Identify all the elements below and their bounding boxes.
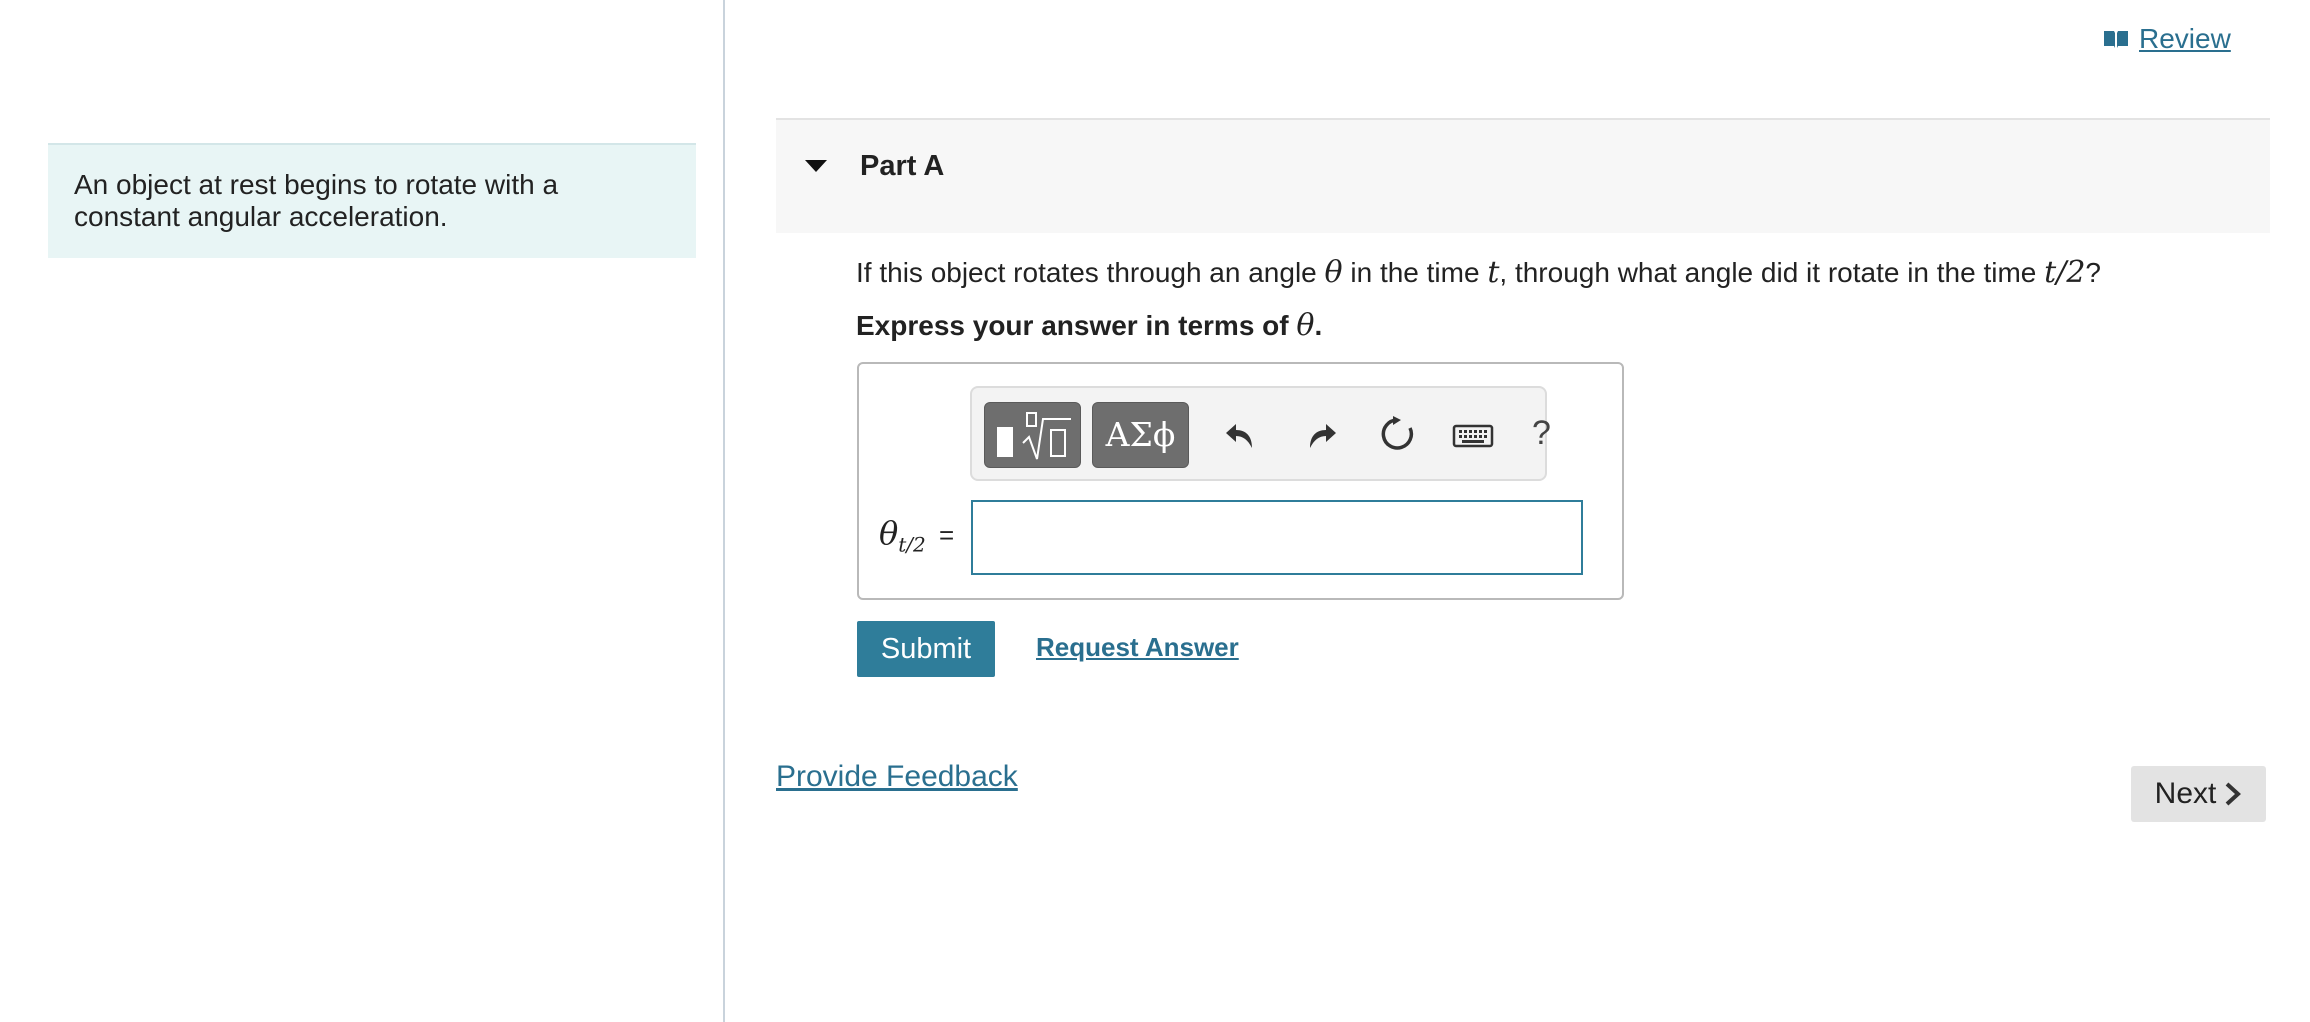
next-label: Next bbox=[2154, 777, 2217, 810]
equals-sign: = bbox=[939, 520, 955, 550]
answer-panel: ΑΣϕ ? θt/2 = bbox=[857, 362, 1624, 600]
instruction-theta: θ bbox=[1296, 308, 1315, 343]
chevron-right-icon bbox=[2225, 782, 2242, 806]
question-part-3: , through what angle did it rotate in th… bbox=[1499, 257, 2045, 288]
question-t-half: t/2 bbox=[2044, 255, 2086, 290]
question-t: t bbox=[1487, 255, 1500, 290]
instruction-period: . bbox=[1314, 310, 1323, 341]
question-part-4: ? bbox=[2085, 257, 2101, 288]
answer-label-main: θ bbox=[879, 514, 899, 552]
templates-icon bbox=[997, 412, 1071, 460]
templates-button[interactable] bbox=[984, 402, 1081, 468]
review-link[interactable]: Review bbox=[2103, 23, 2231, 55]
book-icon bbox=[2104, 31, 2128, 48]
reset-icon[interactable] bbox=[1377, 414, 1417, 454]
help-icon[interactable]: ? bbox=[1532, 414, 1551, 453]
provide-feedback-link[interactable]: Provide Feedback bbox=[776, 760, 1018, 794]
instruction-text: Express your answer in terms of θ. bbox=[856, 308, 1322, 343]
answer-input[interactable] bbox=[971, 500, 1583, 575]
request-answer-link[interactable]: Request Answer bbox=[1036, 632, 1239, 663]
instruction-label: Express your answer in terms of bbox=[856, 310, 1297, 341]
undo-icon[interactable] bbox=[1222, 414, 1262, 454]
greek-symbols-button[interactable]: ΑΣϕ bbox=[1092, 402, 1189, 468]
part-title: Part A bbox=[860, 150, 945, 182]
keyboard-icon[interactable] bbox=[1452, 414, 1494, 454]
caret-down-icon[interactable] bbox=[804, 158, 828, 174]
next-button[interactable]: Next bbox=[2131, 766, 2266, 822]
question-theta: θ bbox=[1324, 255, 1343, 290]
intro-text: An object at rest begins to rotate with … bbox=[74, 169, 559, 232]
math-toolbar: ΑΣϕ ? bbox=[970, 386, 1551, 481]
answer-variable-label: θt/2 bbox=[879, 514, 926, 556]
redo-icon[interactable] bbox=[1300, 414, 1340, 454]
intro-box: An object at rest begins to rotate with … bbox=[48, 143, 696, 258]
question-part-1: If this object rotates through an angle bbox=[856, 257, 1325, 288]
submit-button[interactable]: Submit bbox=[857, 621, 995, 677]
part-a-header[interactable]: Part A bbox=[776, 118, 2270, 233]
pane-divider bbox=[723, 0, 725, 1022]
left-pane: An object at rest begins to rotate with … bbox=[0, 0, 723, 1022]
question-text: If this object rotates through an angle … bbox=[856, 255, 2101, 290]
review-label: Review bbox=[2139, 23, 2231, 54]
answer-label-sub: t/2 bbox=[898, 532, 926, 557]
greek-symbols-label: ΑΣϕ bbox=[1105, 415, 1176, 454]
question-part-2: in the time bbox=[1342, 257, 1488, 288]
